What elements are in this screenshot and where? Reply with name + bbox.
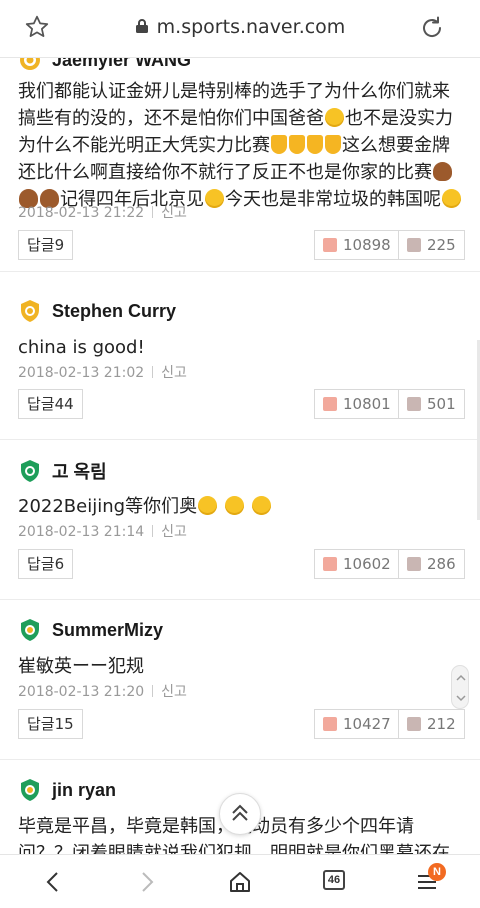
fast-scroll-handle[interactable] — [451, 665, 469, 709]
like-button[interactable]: 10801 — [314, 389, 400, 419]
tabs-button[interactable]: 46 — [323, 870, 345, 890]
comment-text: 2022Beijing等你们奥 — [18, 493, 462, 520]
url-text: m.sports.naver.com — [156, 16, 346, 38]
dislike-button[interactable]: 286 — [398, 549, 465, 579]
comment-meta: 2018-02-13 21:14 신고 — [18, 521, 187, 541]
back-arrow-icon[interactable] — [40, 869, 66, 895]
thumbs-down-emoji-icon — [271, 135, 287, 154]
reply-button[interactable]: 답글9 — [18, 230, 74, 260]
home-icon[interactable] — [227, 869, 253, 895]
thumbs-up-icon — [323, 557, 337, 571]
comment-username[interactable]: 고 옥림 — [52, 458, 107, 484]
comment-header: Stephen Curry — [18, 299, 176, 323]
smiling-emoji-icon — [205, 189, 224, 208]
comment-timestamp: 2018-02-13 21:20 — [18, 684, 145, 700]
smiling-emoji-icon — [224, 496, 244, 515]
thumbs-down-emoji-icon — [289, 135, 305, 154]
chevron-up-icon — [232, 804, 248, 821]
comment-timestamp: 2018-02-13 21:02 — [18, 365, 145, 381]
thumbs-down-icon — [407, 397, 421, 411]
dislike-count: 212 — [427, 715, 456, 733]
smiling-emoji-icon — [251, 496, 271, 515]
grinning-emoji-icon — [325, 108, 344, 127]
comment-item: Jaemyler WANG 我们都能认证金妍儿是特别棒的选手了为什么你们就来搞些… — [0, 40, 480, 272]
like-count: 10602 — [343, 555, 391, 573]
comment-timestamp: 2018-02-13 21:22 — [18, 205, 145, 221]
reply-button[interactable]: 답글15 — [18, 709, 83, 739]
user-badge-icon — [21, 619, 39, 641]
divider — [152, 206, 154, 218]
relieved-emoji-icon — [442, 189, 461, 208]
user-badge-icon — [21, 779, 39, 801]
comment-meta: 2018-02-13 21:20 신고 — [18, 681, 187, 701]
report-link[interactable]: 신고 — [161, 205, 187, 221]
comment-item: 고 옥림 2022Beijing等你们奥 2018-02-13 21:14 신고 … — [0, 441, 480, 600]
thumbs-down-icon — [407, 557, 421, 571]
thumbs-up-icon — [323, 238, 337, 252]
notification-badge: N — [428, 863, 446, 881]
reload-icon[interactable] — [418, 14, 446, 42]
forward-arrow-icon[interactable] — [134, 869, 160, 895]
dislike-count: 501 — [427, 395, 456, 413]
user-badge-icon — [21, 460, 39, 482]
comment-username[interactable]: jin ryan — [52, 780, 116, 801]
comment-header: jin ryan — [18, 778, 116, 802]
comment-text: china is good! — [18, 337, 145, 358]
like-count: 10898 — [343, 236, 391, 254]
like-count: 10427 — [343, 715, 391, 733]
comment-meta: 2018-02-13 21:22 신고 — [18, 202, 187, 222]
reply-button[interactable]: 답글44 — [18, 389, 83, 419]
scroll-to-top-button[interactable] — [219, 793, 261, 835]
like-button[interactable]: 10898 — [314, 230, 400, 260]
comment-meta: 2018-02-13 21:02 신고 — [18, 362, 187, 382]
like-button[interactable]: 10427 — [314, 709, 400, 739]
like-button[interactable]: 10602 — [314, 549, 400, 579]
divider — [152, 525, 154, 537]
comment-text-part: 今天也是非常垃圾的韩国呢 — [225, 189, 441, 210]
dislike-button[interactable]: 212 — [398, 709, 465, 739]
thumbs-down-emoji-icon — [325, 135, 341, 154]
comment-timestamp: 2018-02-13 21:14 — [18, 524, 145, 540]
comment-text: 崔敏英ーー犯规 — [18, 656, 144, 677]
browser-top-bar: m.sports.naver.com — [0, 0, 480, 58]
divider — [152, 685, 154, 697]
like-count: 10801 — [343, 395, 391, 413]
comment-text-part: 2022Beijing等你们奥 — [18, 496, 198, 517]
thumbs-down-emoji-icon — [307, 135, 323, 154]
user-badge-icon — [21, 300, 39, 322]
scroll-arrows-icon — [456, 674, 466, 702]
comment-username[interactable]: SummerMizy — [52, 620, 163, 641]
comment-text: 我们都能认证金妍儿是特别棒的选手了为什么你们就来搞些有的没的，还不是怕你们中国爸… — [18, 78, 462, 213]
thumbs-up-icon — [323, 397, 337, 411]
smiling-emoji-icon — [198, 496, 218, 515]
report-link[interactable]: 신고 — [161, 524, 187, 540]
reply-button[interactable]: 답글6 — [18, 549, 74, 579]
report-link[interactable]: 신고 — [161, 365, 187, 381]
lock-icon — [135, 19, 148, 33]
comment-username[interactable]: Stephen Curry — [52, 301, 176, 322]
dislike-button[interactable]: 501 — [398, 389, 465, 419]
thumbs-down-icon — [407, 238, 421, 252]
poop-emoji-icon — [433, 162, 452, 181]
dislike-count: 225 — [427, 236, 456, 254]
thumbs-down-icon — [407, 717, 421, 731]
comment-header: 고 옥림 — [18, 458, 107, 484]
comment-item: Stephen Curry china is good! 2018-02-13 … — [0, 282, 480, 440]
dislike-count: 286 — [427, 555, 456, 573]
comment-header: SummerMizy — [18, 618, 163, 642]
browser-bottom-nav: 46 N — [0, 854, 480, 908]
comment-item: SummerMizy 崔敏英ーー犯规 2018-02-13 21:20 신고 답글… — [0, 601, 480, 760]
thumbs-up-icon — [323, 717, 337, 731]
divider — [152, 366, 154, 378]
report-link[interactable]: 신고 — [161, 684, 187, 700]
dislike-button[interactable]: 225 — [398, 230, 465, 260]
address-bar[interactable]: m.sports.naver.com — [0, 16, 480, 38]
